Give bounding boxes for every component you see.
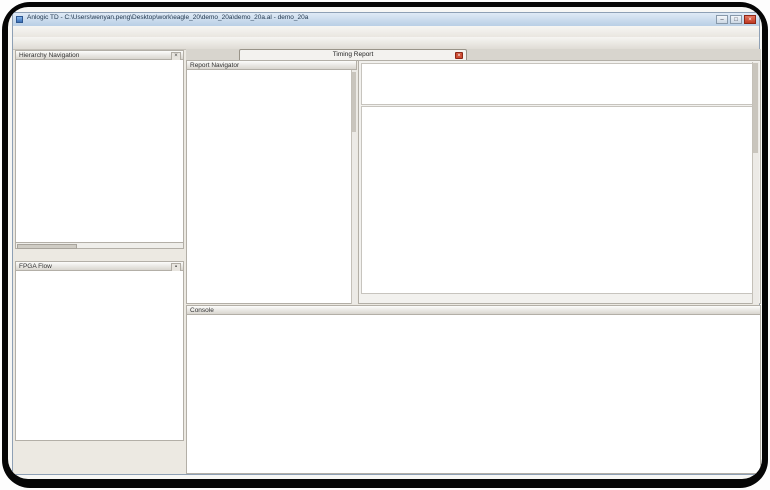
screenshot-frame: Anlogic TD - C:\Users\wenyan.peng\Deskto… — [0, 0, 770, 490]
app-icon — [16, 16, 23, 23]
report-navigator-tree — [186, 70, 357, 304]
report-navigator-header: Report Navigator — [186, 60, 357, 70]
app-window: Anlogic TD - C:\Users\wenyan.peng\Deskto… — [12, 12, 760, 475]
timing-path-table — [361, 106, 755, 294]
title-bar[interactable]: Anlogic TD - C:\Users\wenyan.peng\Deskto… — [13, 13, 759, 27]
vertical-scrollbar[interactable] — [351, 70, 357, 304]
tab-close-icon[interactable]: × — [455, 52, 463, 59]
hierarchy-panel: Hierarchy Navigation × — [15, 50, 184, 260]
fpga-flow-header: FPGA Flow ▪ — [15, 261, 184, 271]
hierarchy-panel-title: Hierarchy Navigation — [19, 52, 79, 59]
close-button[interactable]: × — [744, 15, 756, 24]
fpga-flow-title: FPGA Flow — [19, 263, 52, 270]
hierarchy-tree — [15, 60, 184, 243]
tab-timing-report[interactable]: Timing Report × — [239, 49, 467, 60]
scrollbar-thumb[interactable] — [753, 63, 758, 153]
minimize-button[interactable]: – — [716, 15, 728, 24]
clock-table — [361, 63, 755, 105]
console-title: Console — [190, 307, 214, 314]
console-log[interactable] — [186, 315, 761, 474]
timing-report-view — [358, 60, 761, 304]
menu-bar — [13, 26, 759, 37]
report-navigator-panel: Report Navigator — [186, 60, 357, 304]
scrollbar-thumb[interactable] — [352, 72, 356, 132]
window-controls: – □ × — [716, 15, 756, 24]
window-title: Anlogic TD - C:\Users\wenyan.peng\Deskto… — [27, 14, 587, 21]
console-header: Console — [186, 305, 761, 315]
tab-timing-report-label: Timing Report — [240, 50, 466, 60]
report-navigator-title: Report Navigator — [190, 62, 239, 69]
screen: Anlogic TD - C:\Users\wenyan.peng\Deskto… — [8, 7, 762, 479]
hierarchy-panel-tabs — [15, 249, 184, 260]
vertical-scrollbar[interactable] — [752, 62, 759, 304]
console-panel: Console — [186, 305, 761, 474]
screen-bezel: Anlogic TD - C:\Users\wenyan.peng\Deskto… — [2, 2, 768, 488]
hierarchy-panel-header: Hierarchy Navigation × — [15, 50, 184, 60]
maximize-button[interactable]: □ — [730, 15, 742, 24]
fpga-flow-panel: FPGA Flow ▪ — [15, 261, 184, 441]
fpga-flow-tree — [15, 271, 184, 441]
